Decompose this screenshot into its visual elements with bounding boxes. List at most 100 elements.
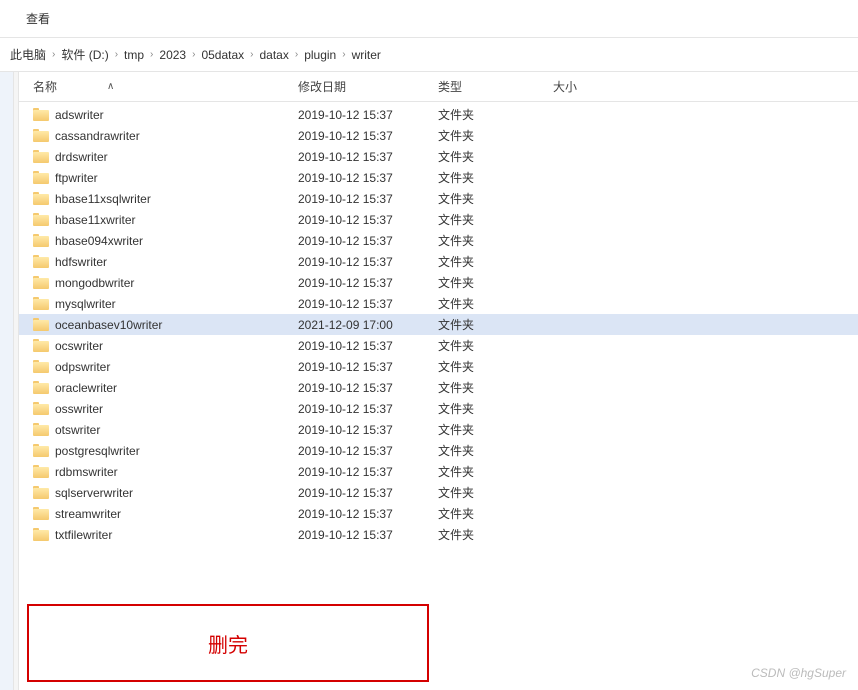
file-row[interactable]: mongodbwriter2019-10-12 15:37文件夹 bbox=[19, 272, 858, 293]
breadcrumb-item[interactable]: 此电脑 bbox=[10, 46, 46, 63]
file-type-cell: 文件夹 bbox=[438, 274, 553, 291]
file-name-label: ftpwriter bbox=[55, 171, 98, 185]
file-name-cell: sqlserverwriter bbox=[33, 486, 298, 500]
file-row[interactable]: postgresqlwriter2019-10-12 15:37文件夹 bbox=[19, 440, 858, 461]
file-row[interactable]: drdswriter2019-10-12 15:37文件夹 bbox=[19, 146, 858, 167]
file-name-cell: oceanbasev10writer bbox=[33, 318, 298, 332]
file-row[interactable]: cassandrawriter2019-10-12 15:37文件夹 bbox=[19, 125, 858, 146]
file-type-cell: 文件夹 bbox=[438, 526, 553, 543]
file-date-cell: 2019-10-12 15:37 bbox=[298, 150, 438, 164]
column-header-type[interactable]: 类型 bbox=[438, 78, 553, 95]
file-row[interactable]: txtfilewriter2019-10-12 15:37文件夹 bbox=[19, 524, 858, 545]
file-name-cell: ocswriter bbox=[33, 339, 298, 353]
folder-icon bbox=[33, 444, 49, 457]
file-type-cell: 文件夹 bbox=[438, 358, 553, 375]
file-date-cell: 2019-10-12 15:37 bbox=[298, 255, 438, 269]
main-area: 名称 ∧ 修改日期 类型 大小 adswriter 2019-10-12 15:3… bbox=[0, 72, 858, 690]
column-header-name[interactable]: 名称 ∧ bbox=[33, 78, 298, 95]
folder-icon bbox=[33, 255, 49, 268]
folder-icon bbox=[33, 360, 49, 373]
chevron-right-icon: › bbox=[115, 49, 118, 60]
file-date-cell: 2019-10-12 15:37 bbox=[298, 528, 438, 542]
breadcrumb-item[interactable]: 软件 (D:) bbox=[61, 46, 108, 63]
folder-icon bbox=[33, 507, 49, 520]
file-type-cell: 文件夹 bbox=[438, 253, 553, 270]
file-date-cell: 2019-10-12 15:37 bbox=[298, 507, 438, 521]
file-row[interactable]: hdfswriter2019-10-12 15:37文件夹 bbox=[19, 251, 858, 272]
file-row[interactable]: mysqlwriter2019-10-12 15:37文件夹 bbox=[19, 293, 858, 314]
file-row[interactable]: hbase11xwriter2019-10-12 15:37文件夹 bbox=[19, 209, 858, 230]
file-name-cell: odpswriter bbox=[33, 360, 298, 374]
file-type-cell: 文件夹 bbox=[438, 463, 553, 480]
file-type-cell: 文件夹 bbox=[438, 505, 553, 522]
file-date-cell: 2019-10-12 15:37 bbox=[298, 339, 438, 353]
file-type-cell: 文件夹 bbox=[438, 316, 553, 333]
file-type-cell: 文件夹 bbox=[438, 484, 553, 501]
folder-icon bbox=[33, 402, 49, 415]
file-date-cell: 2019-10-12 15:37 bbox=[298, 108, 438, 122]
file-row[interactable]: oraclewriter2019-10-12 15:37文件夹 bbox=[19, 377, 858, 398]
file-name-label: cassandrawriter bbox=[55, 129, 140, 143]
file-row[interactable]: otswriter2019-10-12 15:37文件夹 bbox=[19, 419, 858, 440]
file-name-cell: osswriter bbox=[33, 402, 298, 416]
folder-icon bbox=[33, 150, 49, 163]
breadcrumb-item[interactable]: 05datax bbox=[201, 48, 244, 62]
file-type-cell: 文件夹 bbox=[438, 295, 553, 312]
menu-view[interactable]: 查看 bbox=[20, 8, 56, 29]
breadcrumb-item[interactable]: tmp bbox=[124, 48, 144, 62]
file-name-cell: oraclewriter bbox=[33, 381, 298, 395]
file-row[interactable]: streamwriter 2019-10-12 15:37文件夹 bbox=[19, 503, 858, 524]
folder-icon bbox=[33, 465, 49, 478]
sort-indicator-icon: ∧ bbox=[107, 81, 114, 92]
file-date-cell: 2019-10-12 15:37 bbox=[298, 171, 438, 185]
file-date-cell: 2021-12-09 17:00 bbox=[298, 318, 438, 332]
file-row[interactable]: osswriter2019-10-12 15:37文件夹 bbox=[19, 398, 858, 419]
file-name-cell: drdswriter bbox=[33, 150, 298, 164]
folder-icon bbox=[33, 528, 49, 541]
breadcrumb[interactable]: 此电脑›软件 (D:)›tmp›2023›05datax›datax›plugi… bbox=[0, 38, 858, 72]
breadcrumb-item[interactable]: 2023 bbox=[159, 48, 186, 62]
file-row[interactable]: ocswriter2019-10-12 15:37文件夹 bbox=[19, 335, 858, 356]
column-header-date[interactable]: 修改日期 bbox=[298, 78, 438, 95]
column-header-name-label: 名称 bbox=[33, 78, 57, 95]
file-row[interactable]: hbase094xwriter2019-10-12 15:37文件夹 bbox=[19, 230, 858, 251]
file-date-cell: 2019-10-12 15:37 bbox=[298, 213, 438, 227]
file-type-cell: 文件夹 bbox=[438, 379, 553, 396]
file-name-label: oceanbasev10writer bbox=[55, 318, 162, 332]
file-name-cell: ftpwriter bbox=[33, 171, 298, 185]
file-type-cell: 文件夹 bbox=[438, 169, 553, 186]
file-name-cell: hbase094xwriter bbox=[33, 234, 298, 248]
file-name-label: osswriter bbox=[55, 402, 103, 416]
chevron-right-icon: › bbox=[342, 49, 345, 60]
chevron-right-icon: › bbox=[295, 49, 298, 60]
column-header-size[interactable]: 大小 bbox=[553, 78, 633, 95]
file-row[interactable]: sqlserverwriter2019-10-12 15:37文件夹 bbox=[19, 482, 858, 503]
breadcrumb-item[interactable]: writer bbox=[352, 48, 381, 62]
file-date-cell: 2019-10-12 15:37 bbox=[298, 444, 438, 458]
file-row[interactable]: rdbmswriter2019-10-12 15:37文件夹 bbox=[19, 461, 858, 482]
file-name-label: odpswriter bbox=[55, 360, 110, 374]
file-row[interactable]: odpswriter 2019-10-12 15:37文件夹 bbox=[19, 356, 858, 377]
chevron-right-icon: › bbox=[192, 49, 195, 60]
breadcrumb-item[interactable]: datax bbox=[259, 48, 288, 62]
breadcrumb-item[interactable]: plugin bbox=[304, 48, 336, 62]
file-row[interactable]: oceanbasev10writer 2021-12-09 17:00文件夹 bbox=[19, 314, 858, 335]
watermark: CSDN @hgSuper bbox=[751, 666, 846, 680]
file-list-panel: 名称 ∧ 修改日期 类型 大小 adswriter 2019-10-12 15:3… bbox=[19, 72, 858, 690]
file-name-label: streamwriter bbox=[55, 507, 121, 521]
file-name-label: adswriter bbox=[55, 108, 104, 122]
file-date-cell: 2019-10-12 15:37 bbox=[298, 192, 438, 206]
file-row[interactable]: adswriter2019-10-12 15:37文件夹 bbox=[19, 104, 858, 125]
chevron-right-icon: › bbox=[150, 49, 153, 60]
file-type-cell: 文件夹 bbox=[438, 442, 553, 459]
folder-icon bbox=[33, 381, 49, 394]
nav-pane-stub[interactable] bbox=[0, 72, 14, 690]
file-row[interactable]: ftpwriter 2019-10-12 15:37文件夹 bbox=[19, 167, 858, 188]
file-row[interactable]: hbase11xsqlwriter2019-10-12 15:37文件夹 bbox=[19, 188, 858, 209]
file-name-cell: mysqlwriter bbox=[33, 297, 298, 311]
folder-icon bbox=[33, 339, 49, 352]
file-name-label: mongodbwriter bbox=[55, 276, 134, 290]
file-date-cell: 2019-10-12 15:37 bbox=[298, 360, 438, 374]
file-type-cell: 文件夹 bbox=[438, 337, 553, 354]
column-header-row: 名称 ∧ 修改日期 类型 大小 bbox=[19, 72, 858, 102]
